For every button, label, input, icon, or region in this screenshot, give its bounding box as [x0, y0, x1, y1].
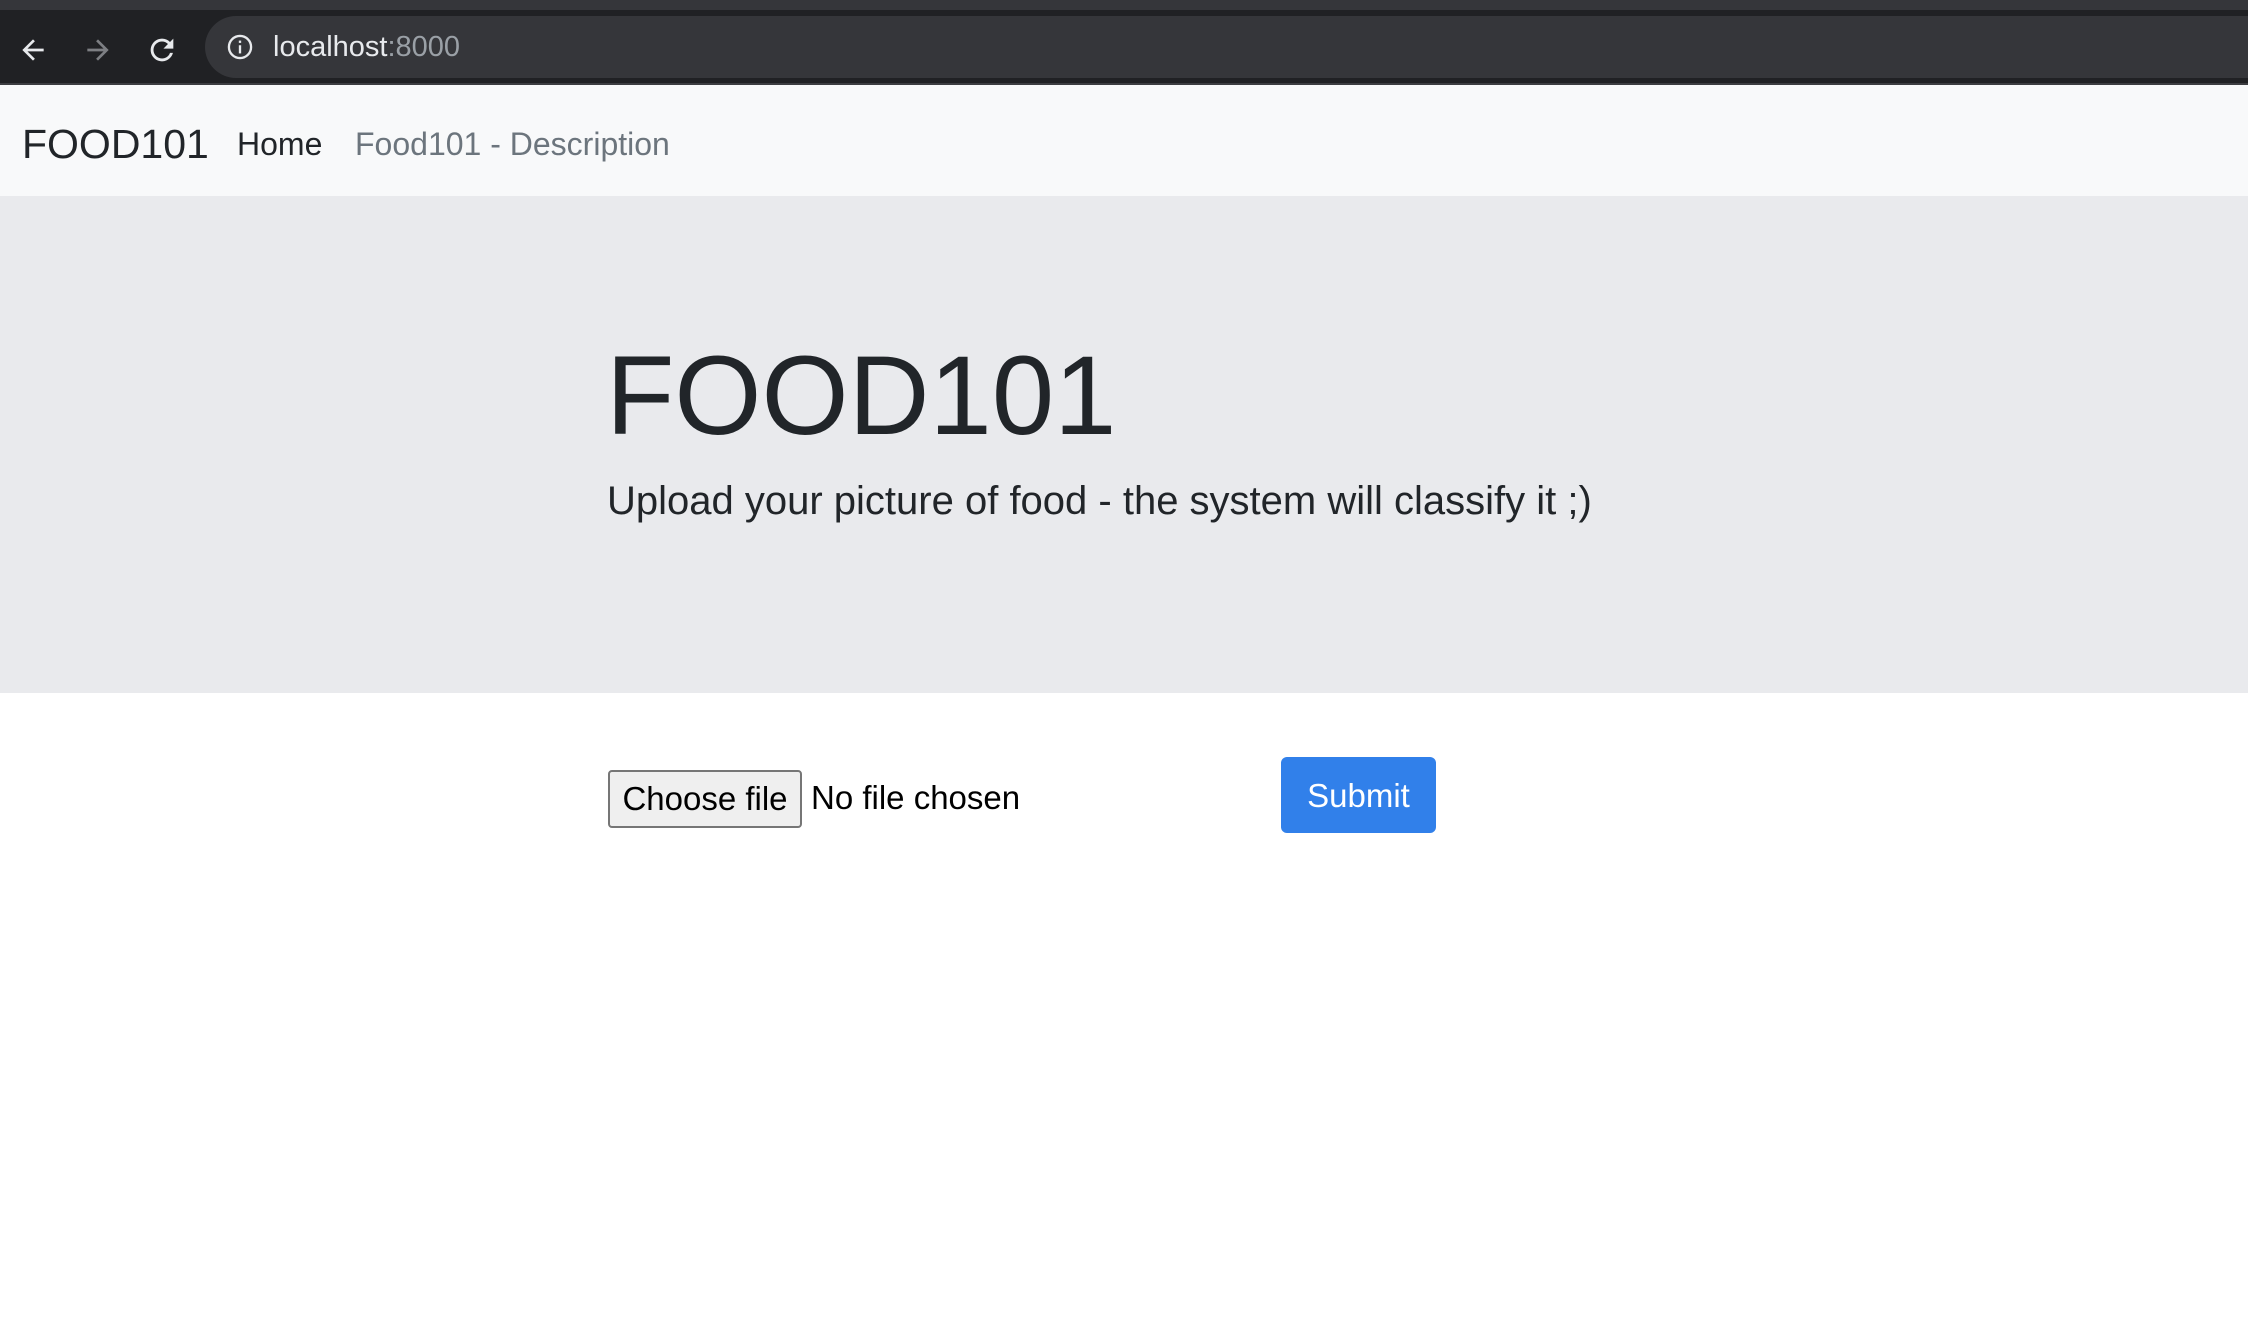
nav-link-home[interactable]: Home	[237, 123, 322, 165]
url-port: :8000	[387, 31, 461, 63]
arrow-left-icon	[22, 39, 44, 61]
submit-button[interactable]: Submit	[1281, 757, 1436, 833]
site-navbar: FOOD101 Home Food101 - Description	[0, 85, 2248, 196]
page-title: FOOD101	[606, 333, 1117, 458]
back-button[interactable]	[12, 29, 54, 71]
file-status-text: No file chosen	[811, 779, 1021, 816]
hero-section: FOOD101 Upload your picture of food - th…	[0, 196, 2248, 693]
reload-button[interactable]	[141, 29, 183, 71]
forward-button[interactable]	[77, 29, 119, 71]
nav-link-description[interactable]: Food101 - Description	[355, 123, 670, 165]
browser-toolbar: localhost:8000	[0, 0, 2248, 85]
choose-file-button[interactable]: Choose file	[608, 770, 802, 828]
navbar-brand[interactable]: FOOD101	[22, 119, 209, 169]
info-icon[interactable]	[226, 33, 254, 61]
url-host: localhost	[273, 31, 388, 63]
reload-icon	[150, 38, 174, 62]
hero-lead-text: Upload your picture of food - the system…	[607, 479, 1592, 523]
upload-form: Choose file No file chosen Submit	[0, 693, 2248, 1328]
address-bar[interactable]: localhost:8000	[205, 16, 2248, 78]
arrow-right-icon	[87, 39, 109, 61]
url-text: localhost:8000	[273, 29, 460, 65]
